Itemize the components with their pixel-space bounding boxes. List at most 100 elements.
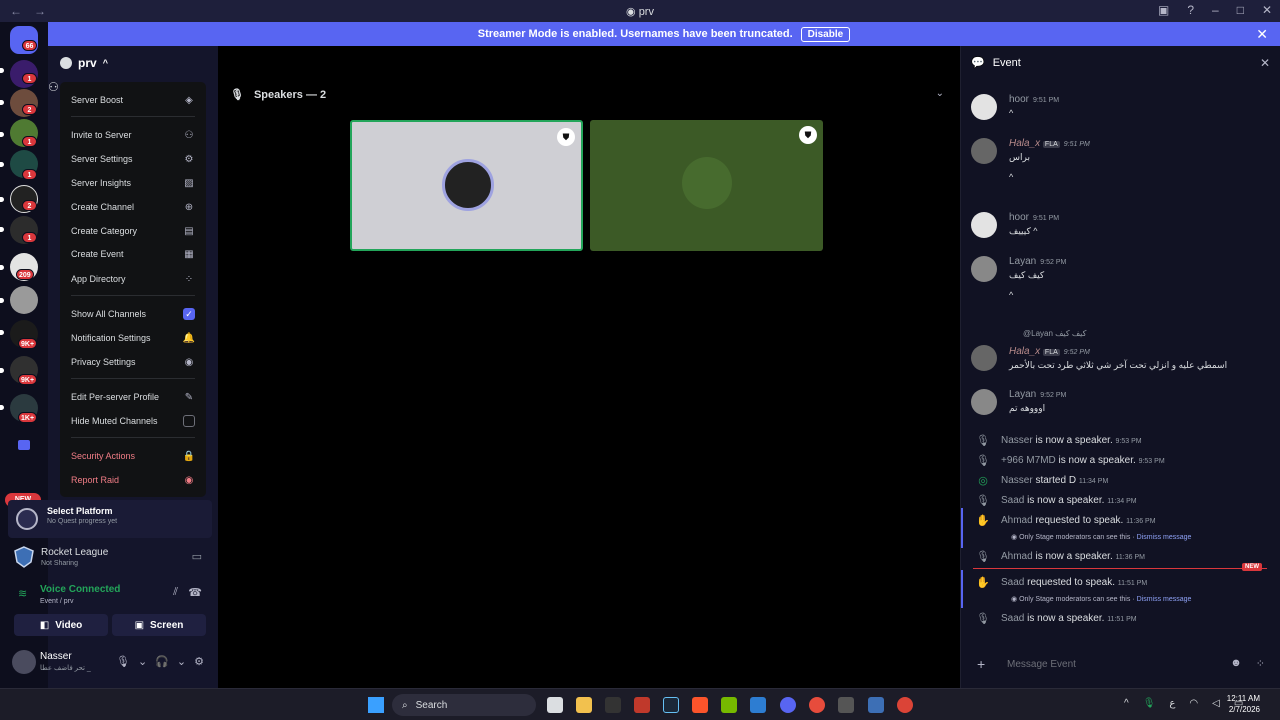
avatar[interactable] <box>971 138 997 164</box>
checkbox-checked-icon[interactable]: ✓ <box>183 308 195 320</box>
menu-item-hide-muted[interactable]: Hide Muted Channels <box>71 411 195 431</box>
minimize-button[interactable]: – <box>1212 3 1219 17</box>
clock[interactable]: 12:11 AM 2/7/2026 <box>1227 693 1260 715</box>
menu-item-create-event[interactable]: Create Event ▦ <box>71 244 195 264</box>
system-user[interactable]: Saad <box>1001 613 1024 624</box>
dismiss-message-link[interactable]: Dismiss message <box>1137 534 1192 541</box>
chat-message[interactable]: hoor 9:51 PM ^ <box>971 94 1267 124</box>
language-indicator[interactable]: ع <box>1169 698 1175 709</box>
emoji-icon[interactable]: ☻ <box>1230 657 1242 670</box>
menu-item-server-settings[interactable]: Server Settings ⚙ <box>71 149 195 169</box>
plus-icon[interactable]: + <box>977 656 993 672</box>
menu-item-edit-profile[interactable]: Edit Per-server Profile ✎ <box>71 387 195 407</box>
checkbox-unchecked-icon[interactable] <box>183 415 195 427</box>
gear-icon[interactable]: ⚙ <box>194 655 204 668</box>
discord-icon[interactable] <box>780 697 796 713</box>
chevron-down-icon[interactable]: ⌄ <box>936 88 944 99</box>
folder-icon[interactable] <box>18 440 30 450</box>
menu-item-invite[interactable]: Invite to Server ⚇ <box>71 125 195 145</box>
chat-message[interactable]: @Layan كيف كيف Hala_x FLA 9:52 PM اسمطي ع… <box>971 329 1267 374</box>
start-button[interactable] <box>368 697 384 713</box>
menu-item-create-channel[interactable]: Create Channel ⊕ <box>71 197 195 217</box>
speaker-tile[interactable]: ⛊ <box>350 120 583 251</box>
system-user[interactable]: Ahmad <box>1001 551 1033 562</box>
quest-panel[interactable]: Select Platform No Quest progress yet <box>8 500 212 538</box>
chat-message[interactable]: Hala_x FLA 9:51 PM براس ^ <box>971 138 1267 198</box>
reply-preview[interactable]: @Layan كيف كيف <box>1023 329 1086 338</box>
system-user[interactable]: Nasser <box>1001 475 1033 486</box>
server-icon[interactable] <box>10 286 38 314</box>
system-user[interactable]: Saad <box>1001 577 1024 588</box>
task-view-icon[interactable] <box>547 697 563 713</box>
disable-streamer-mode-button[interactable]: Disable <box>800 26 851 42</box>
message-input[interactable] <box>1007 658 1207 670</box>
taskbar-search[interactable]: ⌕ Search <box>392 694 536 716</box>
menu-item-security-actions[interactable]: Security Actions 🔒 <box>71 446 195 466</box>
voice-status[interactable]: Voice Connected <box>40 584 120 595</box>
avatar[interactable] <box>971 94 997 120</box>
message-author[interactable]: hoor 9:51 PM <box>1009 212 1059 223</box>
chevron-down-icon[interactable]: ⌄ <box>177 655 186 668</box>
close-icon[interactable]: ✕ <box>1256 26 1268 43</box>
brave-icon[interactable] <box>692 697 708 713</box>
app-icon[interactable] <box>750 697 766 713</box>
message-author[interactable]: Hala_x FLA 9:51 PM <box>1009 138 1090 149</box>
app-icon[interactable] <box>809 697 825 713</box>
avatar[interactable] <box>12 650 36 674</box>
chevron-down-icon[interactable]: ⌄ <box>138 655 147 668</box>
chat-message[interactable]: Layan 9:52 PM كيف كيف ^ <box>971 256 1267 316</box>
avatar[interactable] <box>971 256 997 282</box>
avatar[interactable] <box>971 345 997 371</box>
server-header[interactable]: prv ^ <box>48 46 218 80</box>
forward-arrow-icon[interactable]: → <box>34 4 46 18</box>
chrome-icon[interactable] <box>897 697 913 713</box>
chat-message[interactable]: hoor 9:51 PM كيييف ^ <box>971 212 1267 242</box>
microphone-icon[interactable]: 🎙 <box>1143 698 1156 709</box>
menu-item-show-all-channels[interactable]: Show All Channels ✓ <box>71 304 195 324</box>
noise-suppression-icon[interactable]: ⫽ <box>173 586 178 599</box>
menu-item-create-category[interactable]: Create Category ▤ <box>71 221 195 241</box>
system-user[interactable]: Nasser <box>1001 435 1033 446</box>
menu-item-notification-settings[interactable]: Notification Settings 🔔 <box>71 328 195 348</box>
menu-item-privacy-settings[interactable]: Privacy Settings ◉ <box>71 352 195 372</box>
add-user-icon[interactable]: ⚇ <box>48 80 59 94</box>
activity-panel[interactable]: Rocket League Not Sharing ▭ <box>8 542 212 578</box>
speaker-tile[interactable]: ⛊ <box>590 120 823 251</box>
file-explorer-icon[interactable] <box>576 697 592 713</box>
chat-message[interactable]: Layan 9:52 PM اوووهه تم <box>971 389 1267 419</box>
video-button[interactable]: ◧ Video <box>14 614 108 636</box>
system-user[interactable]: Saad <box>1001 495 1024 506</box>
avatar[interactable] <box>971 389 997 415</box>
apps-icon[interactable]: ⁘ <box>1256 657 1265 670</box>
system-user[interactable]: +966 M7MD <box>1001 455 1056 466</box>
volume-icon[interactable]: ◁ <box>1212 698 1220 709</box>
disconnect-icon[interactable]: ☎ <box>188 586 202 599</box>
headphones-icon[interactable]: 🎧 <box>155 655 169 668</box>
rocket-league-icon[interactable] <box>868 697 884 713</box>
menu-item-app-directory[interactable]: App Directory ⁘ <box>71 269 195 289</box>
app-icon[interactable] <box>634 697 650 713</box>
screen-share-icon[interactable]: ▭ <box>192 550 202 563</box>
signal-icon[interactable]: ≋ <box>18 587 27 600</box>
steam-icon[interactable] <box>663 697 679 713</box>
dismiss-message-link[interactable]: Dismiss message <box>1137 596 1192 603</box>
app-icon[interactable] <box>605 697 621 713</box>
message-author[interactable]: hoor 9:51 PM <box>1009 94 1059 105</box>
close-icon[interactable]: ✕ <box>1260 56 1270 70</box>
wifi-icon[interactable]: ◠ <box>1189 698 1198 709</box>
help-icon[interactable]: ? <box>1187 3 1194 17</box>
inbox-icon[interactable]: ▣ <box>1158 3 1169 17</box>
maximize-button[interactable]: □ <box>1237 3 1244 17</box>
voice-location[interactable]: Event / prv <box>40 598 73 605</box>
nvidia-icon[interactable] <box>721 697 737 713</box>
microphone-icon[interactable]: 🎙 <box>116 655 130 668</box>
menu-item-report-raid[interactable]: Report Raid ◉ <box>71 470 195 490</box>
message-author[interactable]: Layan 9:52 PM <box>1009 389 1066 400</box>
avatar[interactable] <box>971 212 997 238</box>
message-author[interactable]: Layan 9:52 PM <box>1009 256 1066 267</box>
menu-item-server-boost[interactable]: Server Boost ◈ <box>71 90 195 110</box>
system-user[interactable]: Ahmad <box>1001 515 1033 526</box>
back-arrow-icon[interactable]: ← <box>10 4 22 18</box>
chevron-up-icon[interactable]: ^ <box>1124 698 1129 709</box>
screen-button[interactable]: ▣ Screen <box>112 614 206 636</box>
